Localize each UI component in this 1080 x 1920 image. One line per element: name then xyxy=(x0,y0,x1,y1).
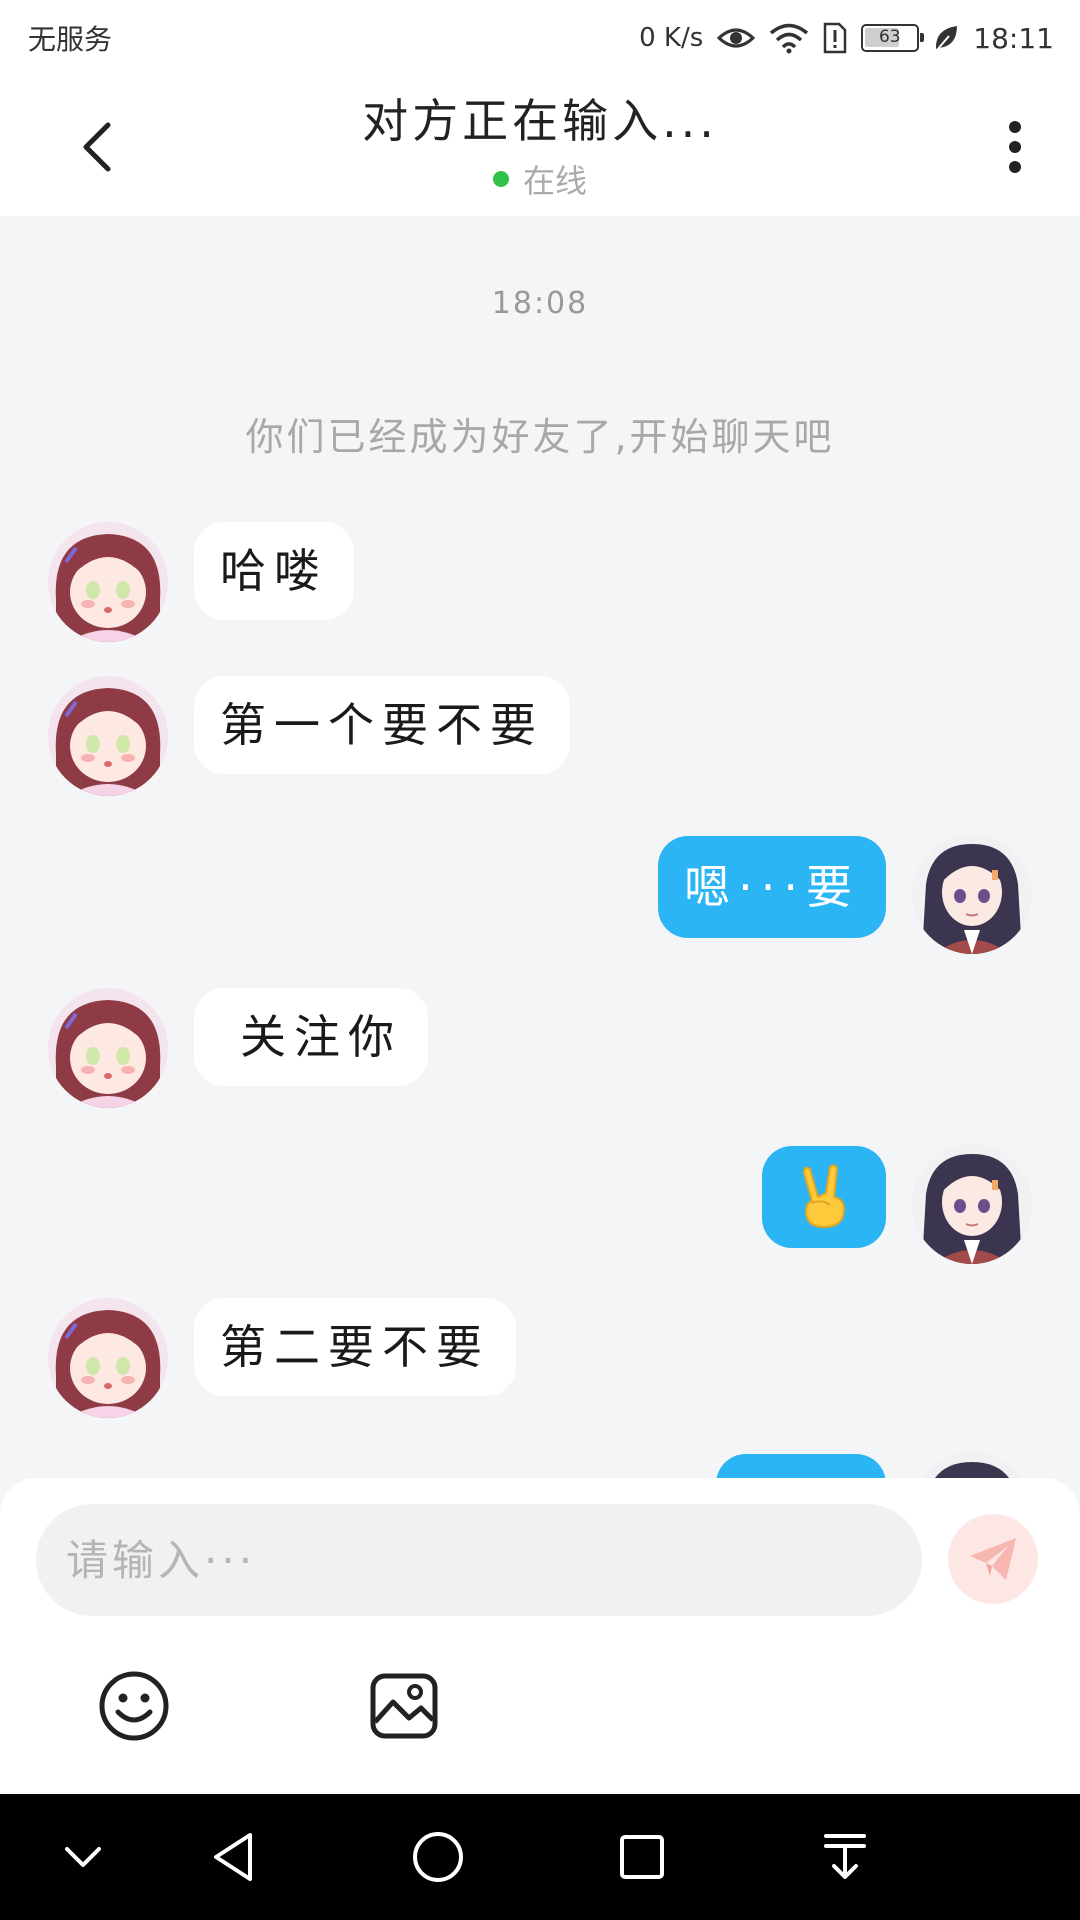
message-bubble[interactable] xyxy=(716,1454,886,1478)
nav-notifications-button[interactable] xyxy=(810,1822,880,1892)
message-bubble[interactable]: 第一个要不要 xyxy=(194,676,570,774)
self-avatar[interactable] xyxy=(912,1144,1032,1264)
image-icon xyxy=(370,1673,438,1739)
eye-icon xyxy=(717,28,756,48)
wifi-icon xyxy=(770,23,809,54)
online-status-text: 在线 xyxy=(522,162,587,200)
message-input[interactable] xyxy=(36,1504,922,1616)
send-button[interactable] xyxy=(948,1514,1038,1604)
square-recents-icon xyxy=(620,1835,664,1879)
message-bubble[interactable]: 关注你 xyxy=(194,988,428,1086)
image-button[interactable] xyxy=(364,1666,444,1746)
emoji-button[interactable] xyxy=(94,1666,174,1746)
nav-home-button[interactable] xyxy=(403,1822,473,1892)
sim-alert-icon xyxy=(824,22,847,54)
contact-avatar[interactable] xyxy=(48,1298,168,1418)
contact-avatar[interactable] xyxy=(48,676,168,796)
carrier-text: 无服务 xyxy=(28,23,113,56)
status-icons: 0 K/s 63 18:11 xyxy=(639,22,1054,55)
self-avatar[interactable] xyxy=(912,1452,1032,1478)
back-button[interactable] xyxy=(62,112,132,182)
self-avatar[interactable] xyxy=(912,834,1032,954)
nav-back-button[interactable] xyxy=(198,1822,268,1892)
victory-hand-icon xyxy=(802,1164,846,1229)
battery-icon: 63 xyxy=(861,24,925,52)
online-status: 在线 xyxy=(200,156,880,202)
message-bubble[interactable]: 哈喽 xyxy=(194,522,354,620)
more-options-button[interactable] xyxy=(980,112,1050,182)
smiley-icon xyxy=(99,1671,169,1741)
circle-home-icon xyxy=(413,1832,463,1882)
net-speed: 0 K/s xyxy=(639,23,704,53)
online-dot xyxy=(492,171,509,187)
more-vertical-icon xyxy=(1009,121,1021,173)
contact-avatar[interactable] xyxy=(48,988,168,1108)
chat-title: 对方正在输入... xyxy=(362,94,718,148)
system-nav-bar xyxy=(0,1794,1080,1920)
message-timestamp: 18:08 xyxy=(491,286,589,321)
pull-down-icon xyxy=(824,1834,866,1879)
nav-recents-button[interactable] xyxy=(607,1822,677,1892)
send-paper-plane-icon xyxy=(970,1538,1016,1580)
chevron-down-icon xyxy=(65,1847,101,1867)
title-block: 对方正在输入... 在线 xyxy=(200,86,880,202)
nav-hide-button[interactable] xyxy=(48,1822,118,1892)
status-bar: 无服务 0 K/s 63 18:11 xyxy=(0,0,1080,76)
battery-level: 63 xyxy=(878,27,901,47)
message-bubble[interactable]: 嗯···要 xyxy=(658,836,886,938)
triangle-back-icon xyxy=(214,1833,252,1881)
chat-header: 对方正在输入... 在线 xyxy=(0,76,1080,216)
composer-panel xyxy=(0,1478,1080,1794)
system-message: 你们已经成为好友了,开始聊天吧 xyxy=(245,415,835,459)
message-bubble[interactable]: 第二要不要 xyxy=(194,1298,516,1396)
leaf-icon xyxy=(936,26,958,51)
contact-avatar[interactable] xyxy=(48,522,168,642)
message-bubble[interactable]: ✌️ xyxy=(762,1146,886,1248)
back-arrow-icon xyxy=(83,122,111,172)
message-list[interactable]: 18:08 你们已经成为好友了,开始聊天吧 哈喽 第一个要不要 嗯···要 关注… xyxy=(0,216,1080,1478)
clock: 18:11 xyxy=(973,21,1054,55)
